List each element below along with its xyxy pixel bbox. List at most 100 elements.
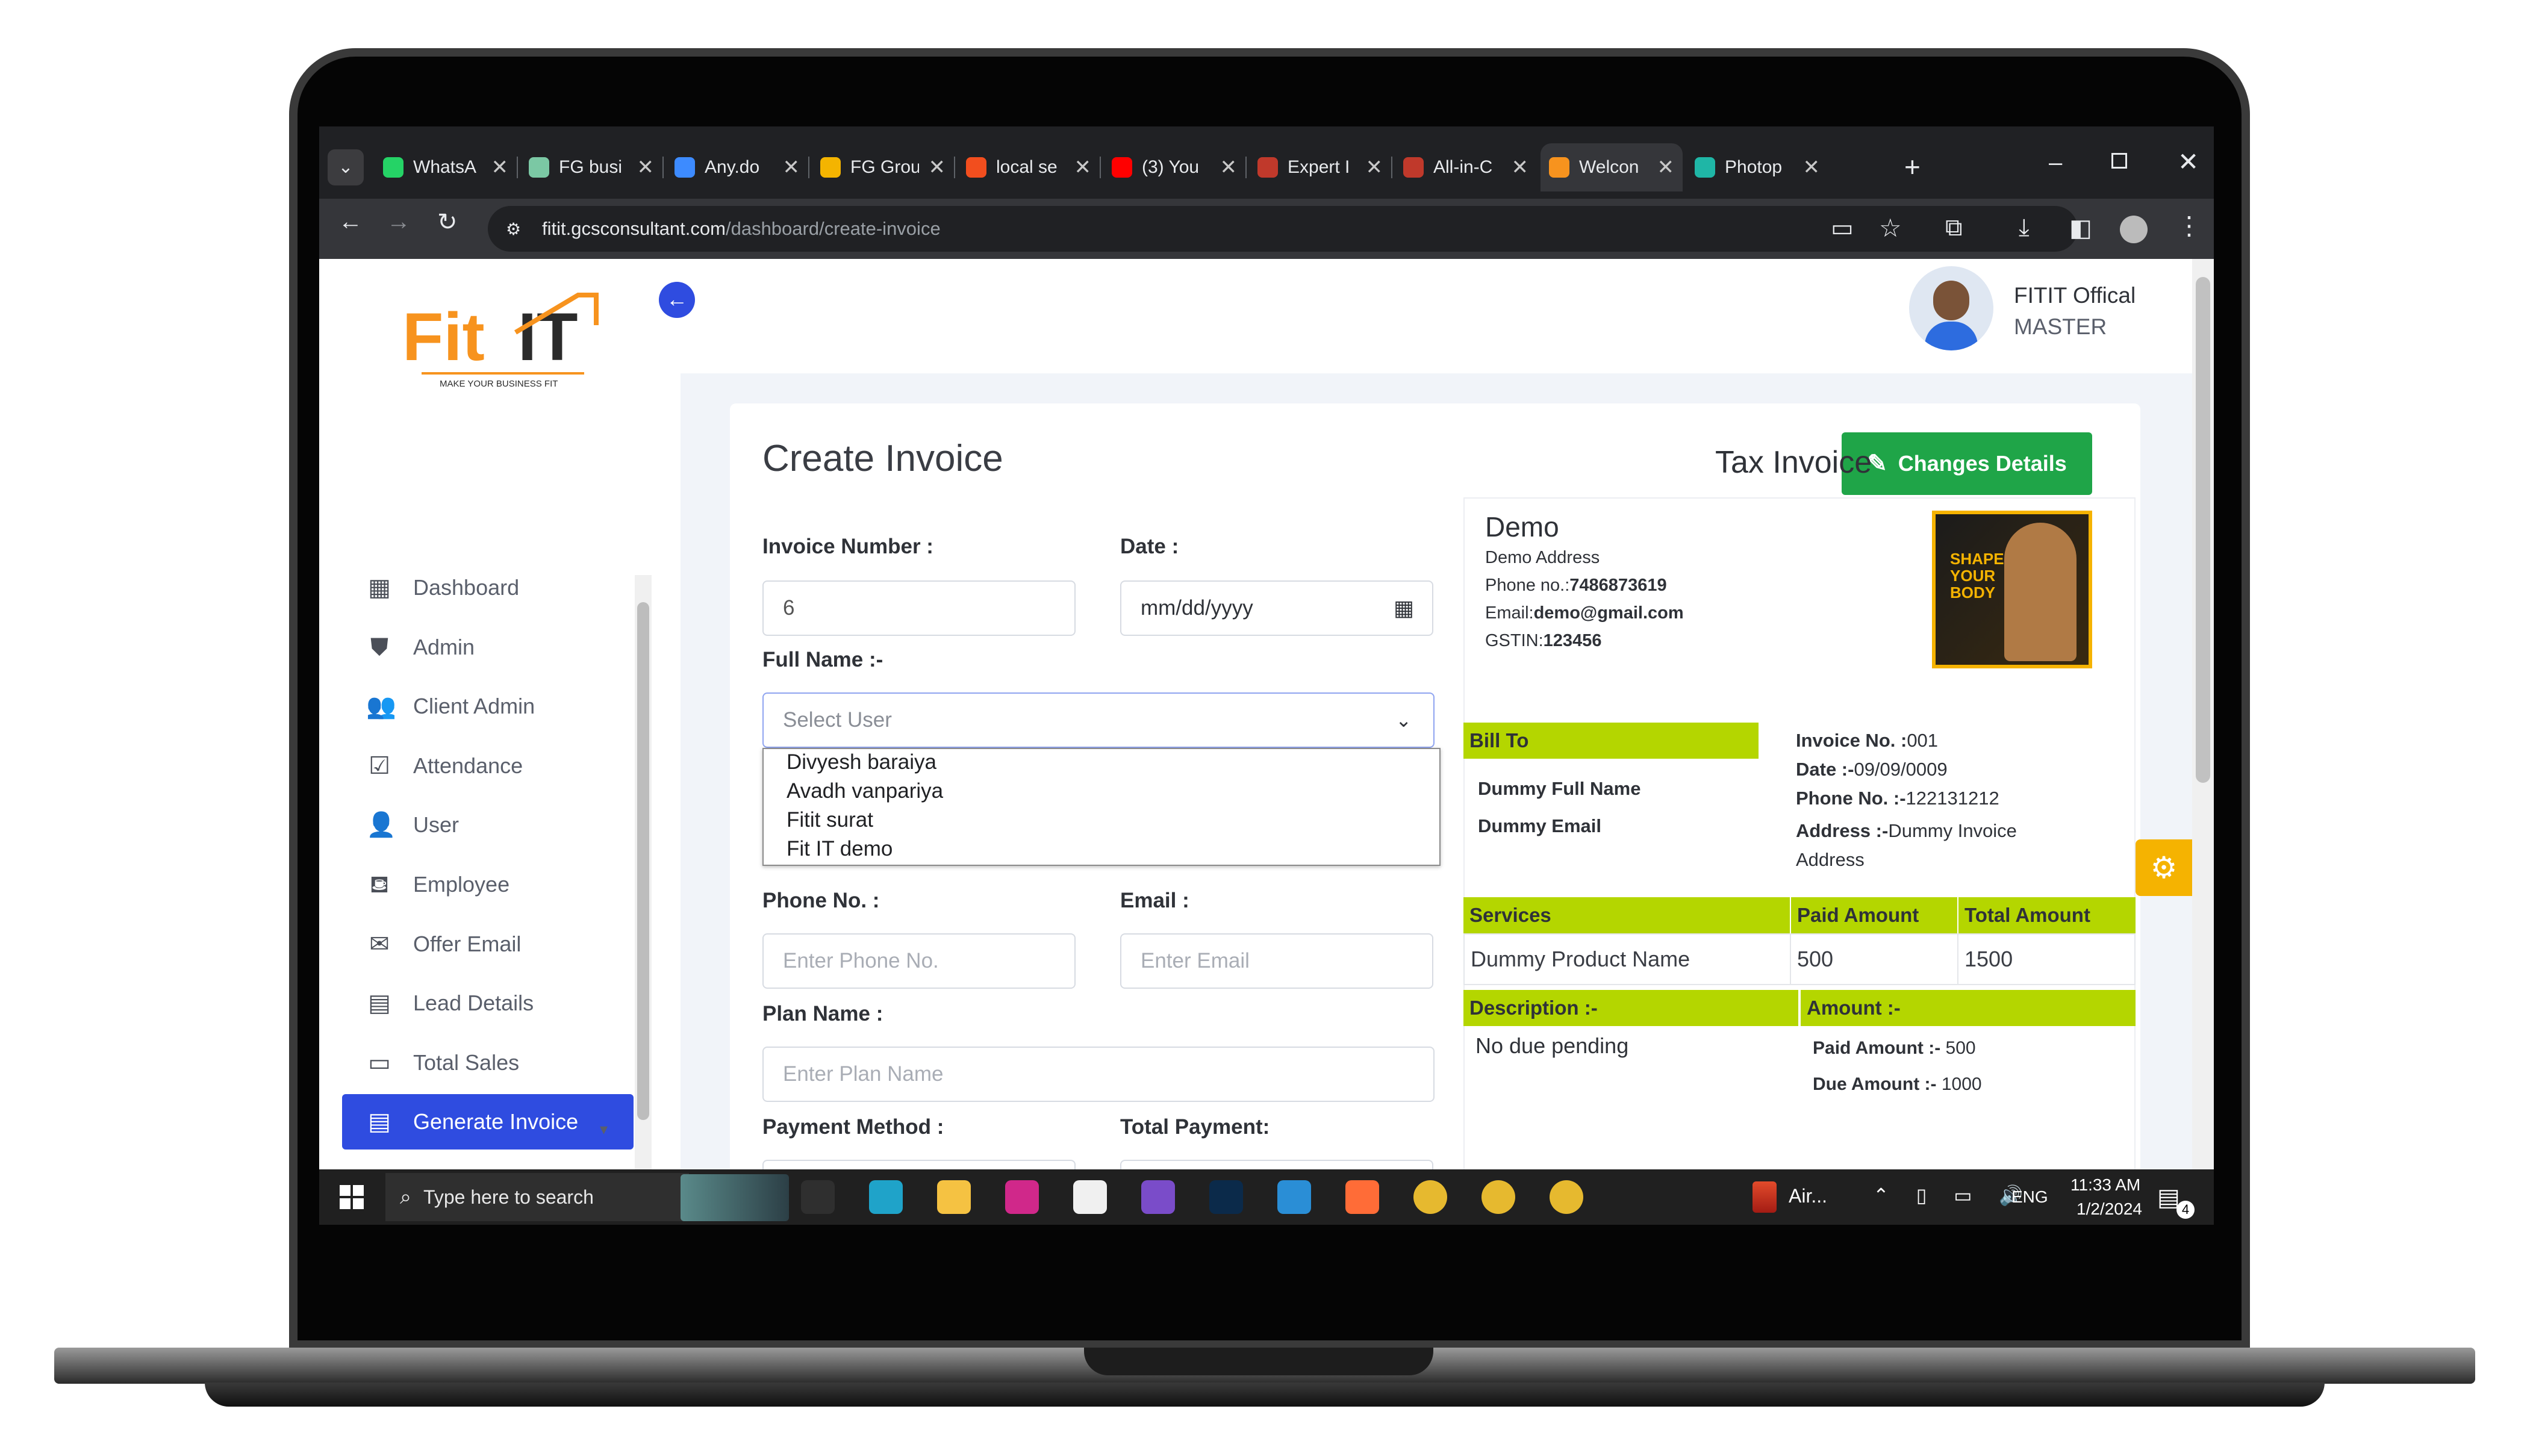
restore-icon[interactable] (2111, 153, 2127, 169)
close-window-icon[interactable]: ✕ (2178, 147, 2199, 176)
edge-browser-icon[interactable] (869, 1180, 903, 1214)
sidebar-item-admin[interactable]: ⛊ Admin (342, 620, 634, 675)
search-highlight-image (681, 1174, 789, 1221)
language-indicator[interactable]: ENG (2011, 1187, 2048, 1207)
total-payment-input[interactable] (1120, 1160, 1433, 1169)
page-title: Create Invoice (762, 438, 1003, 479)
payment-method-input[interactable] (762, 1160, 1076, 1169)
new-tab-icon[interactable]: + (1904, 151, 1921, 183)
sidebar-item-user[interactable]: 👤 User (342, 797, 634, 853)
close-tab-icon[interactable]: ✕ (1803, 155, 1821, 179)
profile-avatar[interactable] (2120, 216, 2148, 243)
torrent-app-icon[interactable] (1073, 1180, 1107, 1214)
download-icon[interactable]: ⤓ (2019, 214, 2030, 241)
user-option[interactable]: Divyesh baraiya (787, 750, 936, 774)
chrome-profile-2-icon[interactable] (1550, 1180, 1583, 1214)
browser-tab[interactable]: All-in-C ✕ (1395, 143, 1537, 191)
browser-menu-icon[interactable]: ⋮ (2176, 211, 2202, 240)
vscode-icon[interactable] (1277, 1180, 1311, 1214)
postman-icon[interactable] (1345, 1180, 1379, 1214)
browser-tab[interactable]: Welcon ✕ (1541, 143, 1683, 191)
clock-date[interactable]: 1/2/2024 (2077, 1199, 2142, 1219)
system-tray-icons[interactable]: ⌃ ▯ ▭ 🔊 (1873, 1184, 2034, 1207)
taskbar-search-box[interactable]: ⌕ Type here to search (385, 1173, 689, 1221)
gym-poster-image: SHAPE YOUR BODY (1932, 511, 2092, 668)
tab-search-button[interactable]: ⌄ (328, 149, 364, 185)
browser-tab[interactable]: WhatsA ✕ (375, 143, 517, 191)
close-tab-icon[interactable]: ✕ (783, 155, 800, 179)
bookmark-star-icon[interactable]: ☆ (1879, 213, 1902, 243)
close-tab-icon[interactable]: ✕ (929, 155, 946, 179)
due-amount-line-value: 1000 (1941, 1074, 1982, 1094)
user-add-icon: 👤 (366, 812, 396, 838)
browser-tab[interactable]: Any.do ✕ (666, 143, 808, 191)
close-tab-icon[interactable]: ✕ (1512, 155, 1529, 179)
file-explorer-icon[interactable] (937, 1180, 971, 1214)
calendar-icon[interactable]: ▦ (1394, 596, 1414, 621)
close-tab-icon[interactable]: ✕ (1657, 155, 1675, 179)
sidebar-item-offer-email[interactable]: ✉ Offer Email (342, 916, 634, 972)
user-option[interactable]: Fit IT demo (787, 837, 893, 861)
windows-start-icon[interactable] (340, 1185, 364, 1209)
minimize-icon[interactable]: – (2049, 149, 2062, 176)
extensions-icon[interactable]: ⧉ (1945, 214, 1963, 241)
github-desktop-icon[interactable] (1141, 1180, 1175, 1214)
close-tab-icon[interactable]: ✕ (637, 155, 655, 179)
chrome-profile-icon[interactable] (1481, 1180, 1515, 1214)
invoice-number-input[interactable]: 6 (762, 580, 1076, 636)
date-input[interactable]: mm/dd/yyyy ▦ (1120, 580, 1433, 636)
cast-icon[interactable]: ▭ (1831, 214, 1854, 242)
email-input[interactable]: Enter Email (1120, 933, 1433, 989)
browser-tab[interactable]: (3) You ✕ (1103, 143, 1245, 191)
sidebar-item-dashboard[interactable]: ▦ Dashboard (342, 560, 634, 615)
user-options-list[interactable]: Divyesh baraiya Avadh vanpariya Fitit su… (762, 748, 1441, 866)
close-tab-icon[interactable]: ✕ (1366, 155, 1383, 179)
close-tab-icon[interactable]: ✕ (1220, 155, 1238, 179)
collapse-sidebar-button[interactable]: ← (659, 282, 695, 318)
sidebar-item-label: Generate Invoice (413, 1109, 579, 1134)
diet-chevron-icon[interactable]: ▾ (600, 1120, 608, 1139)
bill-to-email: Dummy Email (1478, 815, 1602, 836)
close-tab-icon[interactable]: ✕ (1074, 155, 1092, 179)
sidebar-item-lead-details[interactable]: ▤ Lead Details (342, 975, 634, 1031)
back-icon[interactable]: ← (338, 208, 363, 235)
close-tab-icon[interactable]: ✕ (491, 155, 509, 179)
site-info-icon[interactable]: ⚙ (506, 219, 521, 239)
sidebar-item-generate-invoice[interactable]: ▤ Generate Invoice (342, 1094, 634, 1150)
employee-badge-icon: ⛾ (369, 871, 390, 898)
sidebar-item-attendance[interactable]: ☑ Attendance (342, 738, 634, 794)
user-option[interactable]: Fitit surat (787, 808, 873, 832)
clock-time[interactable]: 11:33 AM (2070, 1175, 2140, 1195)
task-view-icon[interactable] (801, 1180, 835, 1214)
user-option[interactable]: Avadh vanpariya (787, 779, 943, 803)
sidebar-item-client-admin[interactable]: 👥 Client Admin (342, 679, 634, 734)
browser-tab[interactable]: local se ✕ (958, 143, 1100, 191)
changes-details-button[interactable]: ✎ Changes Details (1842, 432, 2092, 495)
user-avatar[interactable] (1909, 266, 1993, 350)
phone-input[interactable]: Enter Phone No. (762, 933, 1076, 989)
weather-text[interactable]: Air... (1789, 1185, 1827, 1207)
weather-icon[interactable] (1753, 1181, 1777, 1213)
sidebar-item-expense[interactable]: ▭Expense (342, 1154, 634, 1169)
date-placeholder: mm/dd/yyyy (1141, 596, 1253, 620)
paint-app-icon[interactable] (1005, 1180, 1039, 1214)
select-user-dropdown[interactable]: Select User ⌄ (762, 692, 1435, 748)
page-scroll-thumb[interactable] (2196, 277, 2210, 783)
sidebar-scroll-thumb[interactable] (637, 602, 649, 1120)
chrome-icon[interactable] (1413, 1180, 1447, 1214)
settings-gear-button[interactable]: ⚙ (2136, 839, 2192, 896)
tab-label: Any.do (705, 157, 760, 177)
reload-icon[interactable]: ↻ (437, 208, 458, 236)
sidebar-item-employee[interactable]: ⛾ Employee (342, 857, 634, 912)
plan-name-input[interactable]: Enter Plan Name (762, 1047, 1435, 1102)
forward-icon[interactable]: → (387, 208, 411, 235)
photoshop-icon[interactable] (1209, 1180, 1243, 1214)
browser-tab[interactable]: Expert I ✕ (1249, 143, 1391, 191)
taskbar-search-placeholder: Type here to search (423, 1186, 594, 1208)
browser-tab[interactable]: Photop ✕ (1686, 143, 1828, 191)
side-panel-icon[interactable]: ◧ (2069, 214, 2092, 242)
browser-tab[interactable]: FG Grou ✕ (812, 143, 954, 191)
browser-tab[interactable]: FG busi ✕ (520, 143, 662, 191)
tab-separator (1391, 157, 1392, 178)
sidebar-item-total-sales[interactable]: ▭ Total Sales (342, 1035, 634, 1090)
